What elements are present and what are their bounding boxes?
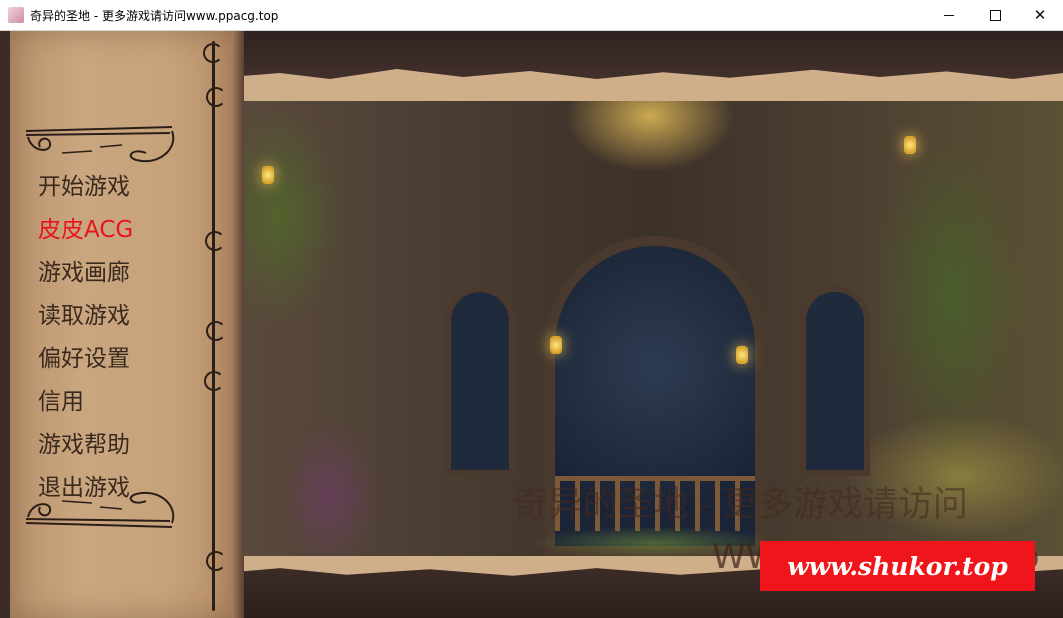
window-titlebar: 奇异的圣地 - 更多游戏请访问www.ppacg.top ✕ bbox=[0, 0, 1063, 31]
lantern-icon bbox=[550, 336, 562, 354]
menu-item-load-game[interactable]: 读取游戏 bbox=[38, 296, 130, 330]
left-window-arch bbox=[445, 286, 515, 476]
minimize-icon bbox=[944, 14, 954, 16]
menu-item-credits[interactable]: 信用 bbox=[38, 382, 84, 416]
lantern-icon bbox=[736, 346, 748, 364]
vine-curl-icon bbox=[203, 43, 223, 63]
vine-curl-icon bbox=[204, 371, 224, 391]
window-title: 奇异的圣地 - 更多游戏请访问www.ppacg.top bbox=[30, 9, 279, 23]
lantern-icon bbox=[262, 166, 274, 184]
close-button[interactable]: ✕ bbox=[1017, 0, 1063, 30]
vine-curl-icon bbox=[206, 551, 226, 571]
minimize-button[interactable] bbox=[926, 0, 972, 30]
close-icon: ✕ bbox=[1033, 6, 1047, 24]
vine-curl-icon bbox=[206, 87, 226, 107]
watermark-banner: www.shukor.top bbox=[760, 541, 1035, 591]
menu-item-help[interactable]: 游戏帮助 bbox=[38, 425, 130, 459]
menu-item-preferences[interactable]: 偏好设置 bbox=[38, 339, 130, 373]
overlay-game-title: 奇异的圣地 - 更多游戏请访问 bbox=[513, 485, 968, 525]
menu-item-quit[interactable]: 退出游戏 bbox=[38, 468, 130, 502]
menu-item-start-game[interactable]: 开始游戏 bbox=[38, 167, 130, 201]
app-anime-icon bbox=[8, 7, 24, 23]
right-window-arch bbox=[800, 286, 870, 476]
maximize-icon bbox=[989, 9, 1001, 21]
menu-item-gallery[interactable]: 游戏画廊 bbox=[38, 253, 130, 287]
panel-edge bbox=[232, 31, 244, 618]
menu-item-pipi-acg[interactable]: 皮皮ACG bbox=[38, 210, 133, 244]
ornament-frame-top-icon bbox=[25, 126, 175, 163]
lantern-icon bbox=[904, 136, 916, 154]
game-main-menu-screen: 开始游戏 皮皮ACG 游戏画廊 读取游戏 偏好设置 信用 游戏帮助 退出游戏 奇… bbox=[0, 31, 1063, 618]
vine-curl-icon bbox=[205, 231, 225, 251]
vine-curl-icon bbox=[206, 321, 226, 341]
maximize-button[interactable] bbox=[972, 0, 1018, 30]
